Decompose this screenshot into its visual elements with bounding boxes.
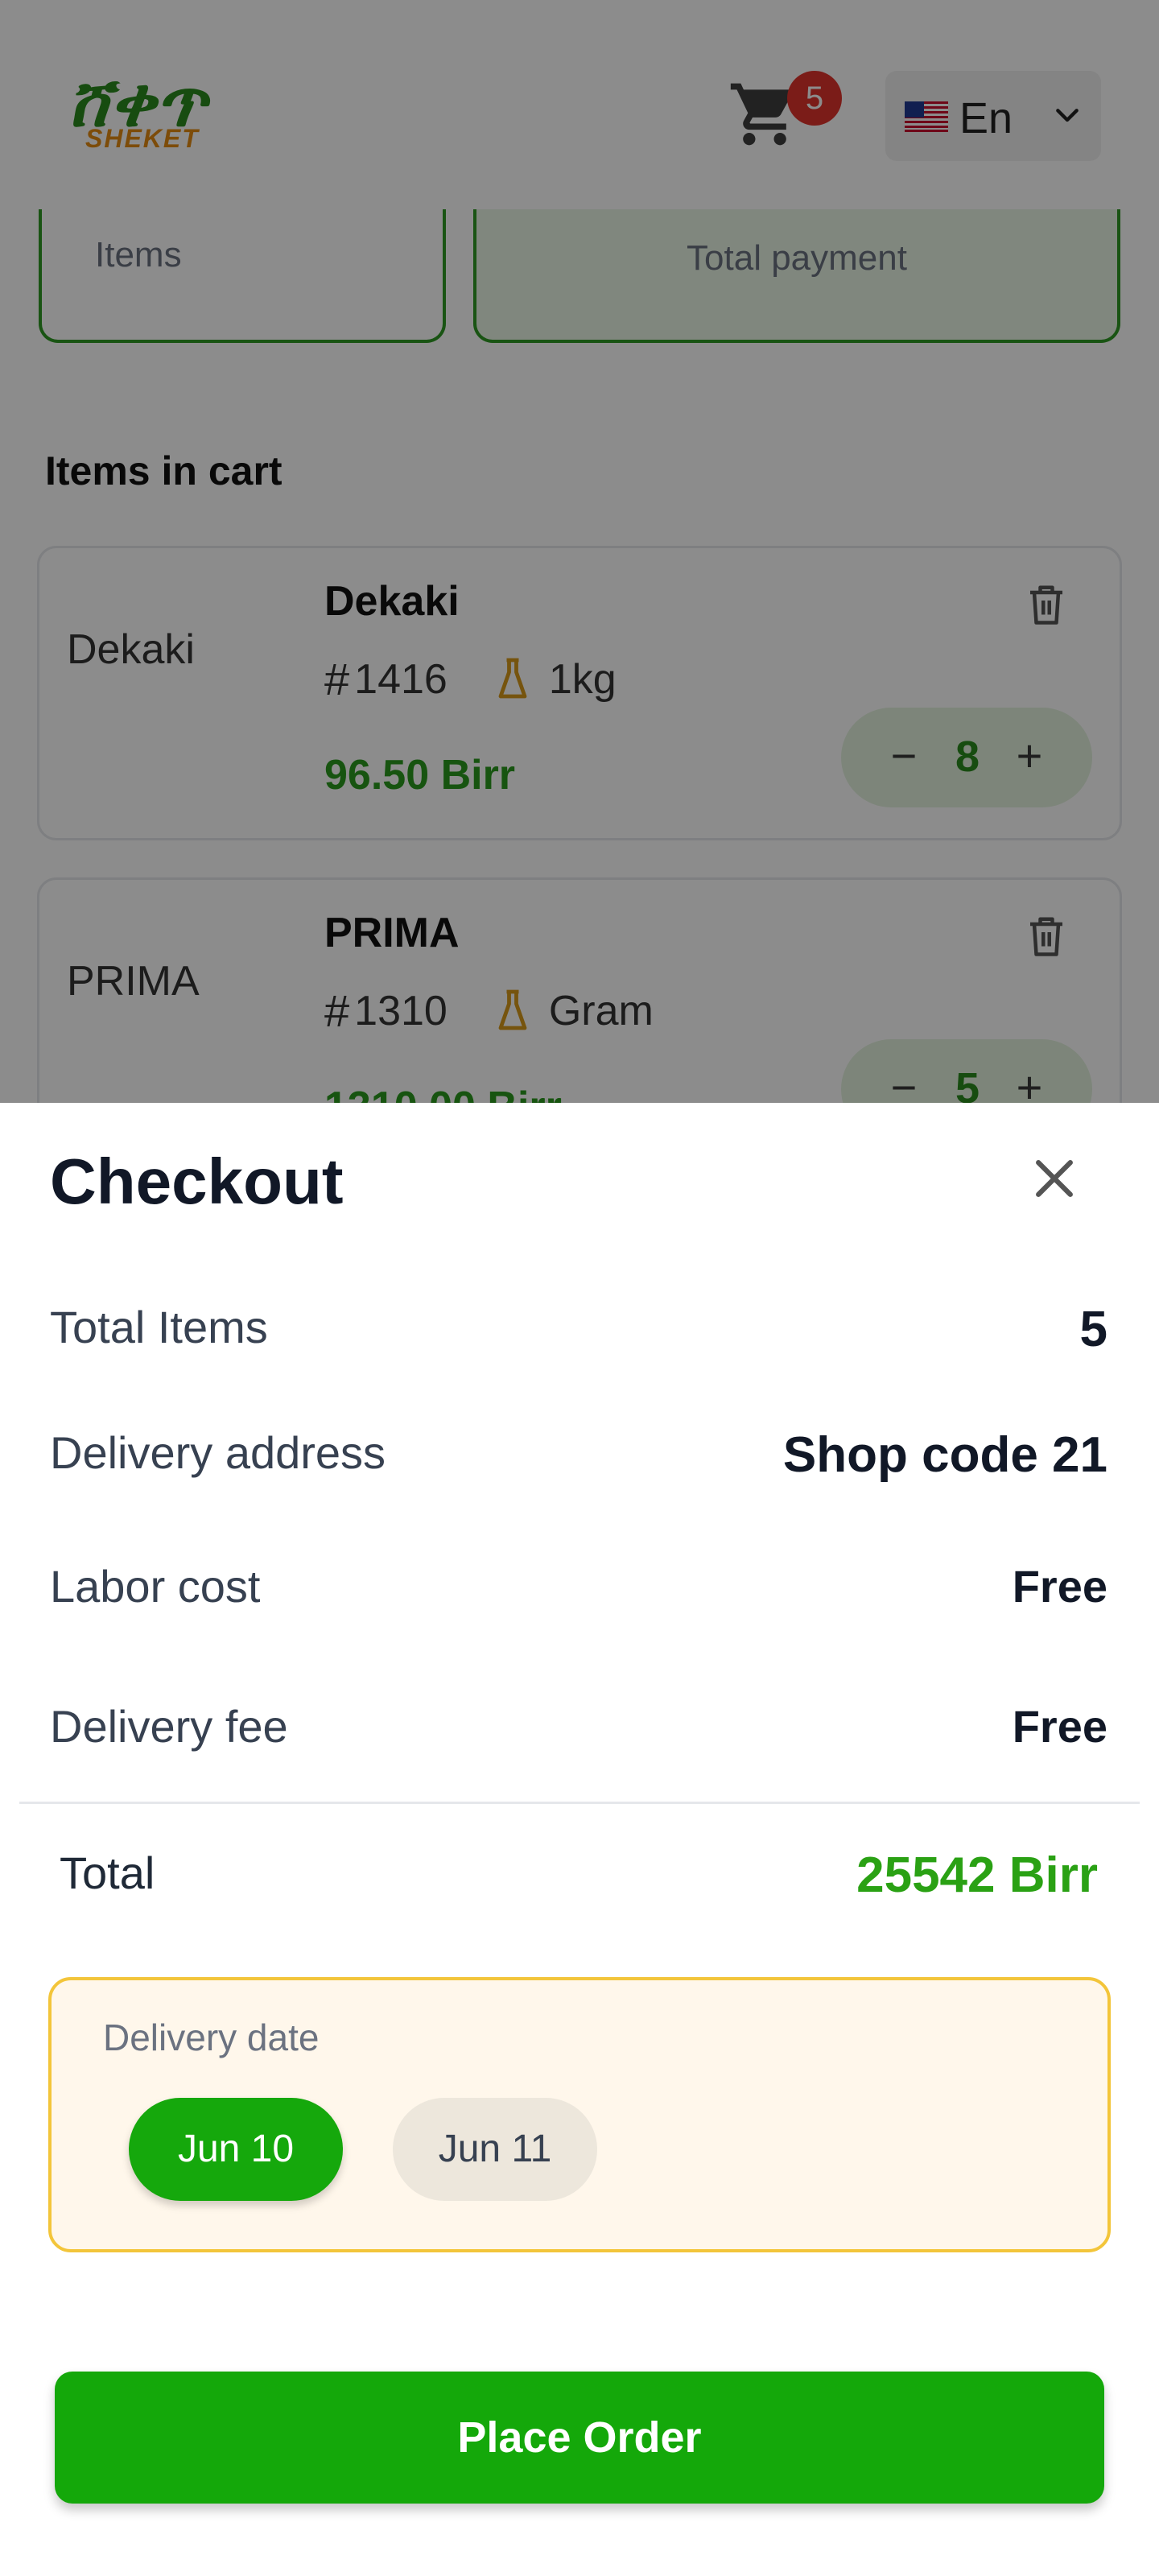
delivery-date-option-selected[interactable]: Jun 10: [129, 2098, 343, 2201]
delivery-address-label: Delivery address: [50, 1427, 386, 1478]
checkout-title: Checkout: [50, 1146, 344, 1217]
delivery-address-value: Shop code 21: [782, 1427, 1107, 1483]
divider: [19, 1802, 1140, 1804]
close-icon[interactable]: [1027, 1151, 1082, 1206]
delivery-date-option[interactable]: Jun 11: [393, 2098, 597, 2201]
delivery-fee-row: Delivery fee Free: [50, 1694, 1107, 1758]
checkout-sheet: Checkout Total Items 5 Delivery address …: [0, 1103, 1159, 2576]
total-items-row: Total Items 5: [50, 1294, 1107, 1359]
labor-cost-row: Labor cost Free: [50, 1554, 1107, 1618]
delivery-address-row: Delivery address Shop code 21: [50, 1420, 1107, 1484]
total-value: 25542 Birr: [856, 1847, 1098, 1903]
place-order-button[interactable]: Place Order: [55, 2372, 1104, 2504]
total-items-label: Total Items: [50, 1302, 268, 1352]
delivery-date-label: Delivery date: [103, 2017, 320, 2058]
delivery-date-box: Delivery date Jun 10 Jun 11: [48, 1977, 1111, 2252]
total-row: Total 25542 Birr: [60, 1840, 1098, 1905]
total-items-value: 5: [1079, 1302, 1107, 1357]
delivery-fee-label: Delivery fee: [50, 1701, 288, 1752]
labor-cost-label: Labor cost: [50, 1561, 261, 1612]
labor-cost-value: Free: [1012, 1561, 1107, 1612]
delivery-fee-value: Free: [1012, 1701, 1107, 1752]
total-label: Total: [60, 1847, 155, 1898]
modal-backdrop[interactable]: [0, 0, 1159, 1103]
